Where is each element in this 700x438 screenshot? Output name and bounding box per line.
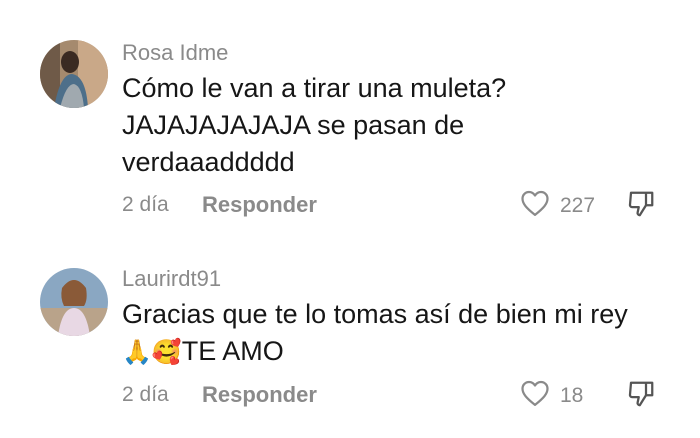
avatar[interactable] bbox=[40, 40, 108, 108]
comment-item: Laurirdt91 Gracias que te lo tomas así d… bbox=[0, 240, 700, 438]
like-count: 227 bbox=[560, 193, 596, 217]
reply-button[interactable]: Responder bbox=[202, 192, 317, 218]
comment-text-fragment: TE AMO bbox=[181, 336, 284, 366]
thumbs-down-outline-icon bbox=[626, 381, 656, 413]
reply-button[interactable]: Responder bbox=[202, 382, 317, 408]
comment-username[interactable]: Rosa Idme bbox=[122, 40, 228, 66]
like-count: 18 bbox=[560, 383, 584, 407]
like-button[interactable]: 18 bbox=[520, 379, 583, 412]
dislike-button[interactable] bbox=[626, 189, 656, 224]
dislike-button[interactable] bbox=[626, 379, 656, 414]
avatar[interactable] bbox=[40, 268, 108, 336]
comment-text-line: verdaaaddddd bbox=[122, 147, 295, 177]
heart-outline-icon bbox=[520, 189, 550, 222]
comment-text-line: JAJAJAJAJAJA se pasan de bbox=[122, 110, 465, 140]
heart-outline-icon bbox=[520, 379, 550, 412]
emoji-group: 🙏🥰 bbox=[122, 338, 182, 366]
like-button[interactable]: 227 bbox=[520, 189, 595, 222]
comment-text-line: Gracias que te lo tomas así de bien mi r… bbox=[122, 299, 628, 329]
comment-text-line: 🙏🥰TE AMO bbox=[122, 333, 682, 371]
comment-date: 2 día bbox=[122, 383, 169, 406]
comment-item: Rosa Idme Cómo le van a tirar una muleta… bbox=[0, 0, 700, 240]
comment-username[interactable]: Laurirdt91 bbox=[122, 266, 221, 292]
comment-text: Cómo le van a tirar una muleta? JAJAJAJA… bbox=[122, 70, 682, 181]
thumbs-down-outline-icon bbox=[626, 191, 656, 223]
comment-text: Gracias que te lo tomas así de bien mi r… bbox=[122, 296, 682, 371]
comment-date: 2 día bbox=[122, 193, 169, 216]
comment-text-line: Cómo le van a tirar una muleta? bbox=[122, 73, 507, 103]
